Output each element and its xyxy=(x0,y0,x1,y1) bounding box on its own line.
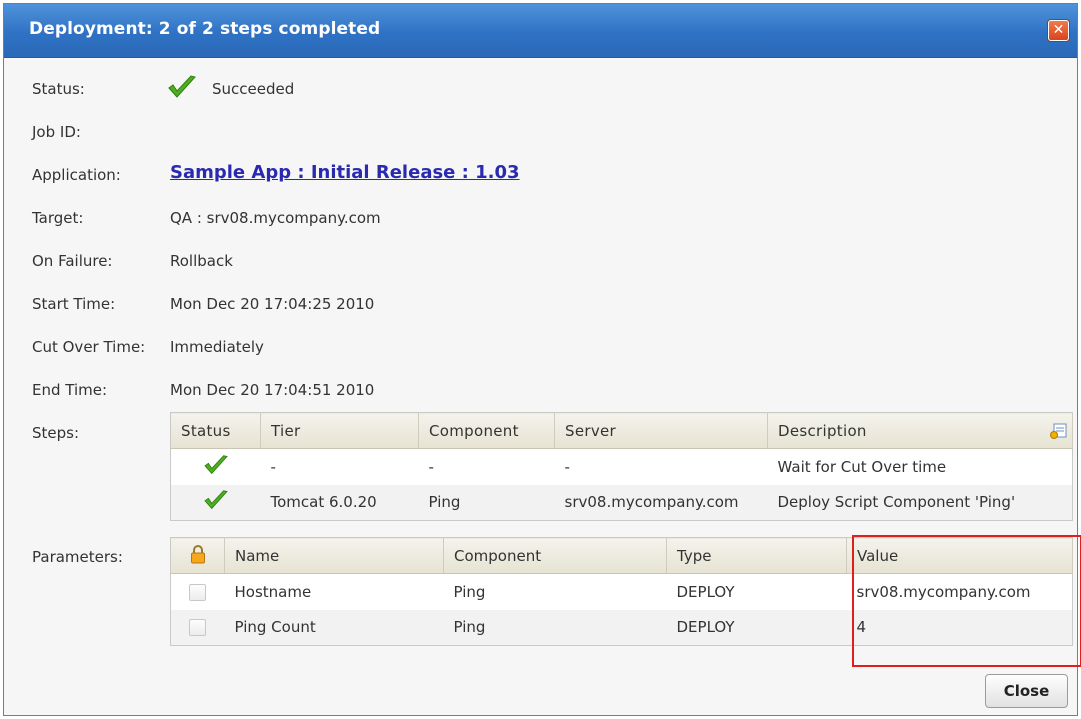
on-failure-value: Rollback xyxy=(170,252,233,270)
step-server: srv08.mycompany.com xyxy=(554,484,768,521)
steps-row[interactable]: Tomcat 6.0.20 Ping srv08.mycompany.com D… xyxy=(170,484,1073,521)
cut-over-label: Cut Over Time: xyxy=(32,338,146,356)
steps-row[interactable]: - - - Wait for Cut Over time xyxy=(171,449,1073,485)
step-component: Ping xyxy=(418,484,555,521)
title-bar[interactable]: Deployment: 2 of 2 steps completed ✕ xyxy=(4,4,1077,58)
steps-col-server[interactable]: Server xyxy=(554,412,768,449)
steps-col-component[interactable]: Component xyxy=(418,412,555,449)
param-type: DEPLOY xyxy=(676,582,735,601)
param-component: Ping xyxy=(443,609,667,646)
param-checkbox-cell xyxy=(170,609,225,646)
steps-label: Steps: xyxy=(32,424,80,442)
deployment-dialog: Deployment: 2 of 2 steps completed ✕ Sta… xyxy=(3,3,1081,716)
close-button[interactable]: Close xyxy=(985,674,1068,708)
start-time-value: Mon Dec 20 17:04:25 2010 xyxy=(170,295,375,313)
param-name: Ping Count xyxy=(224,609,444,646)
target-value: QA : srv08.mycompany.com xyxy=(170,209,381,227)
start-time-label: Start Time: xyxy=(32,295,116,313)
param-component: Ping xyxy=(453,582,486,601)
application-label: Application: xyxy=(32,166,121,184)
step-tier: - xyxy=(270,457,276,476)
job-id-label: Job ID: xyxy=(32,123,81,141)
column-chooser-icon[interactable] xyxy=(1050,422,1068,444)
param-checkbox-cell xyxy=(171,574,225,610)
steps-header-row: Status Tier Component Server Description xyxy=(170,412,1073,449)
check-icon xyxy=(203,454,229,480)
parameters-label: Parameters: xyxy=(32,548,123,566)
check-icon xyxy=(203,490,229,515)
step-status-cell xyxy=(171,449,261,485)
param-checkbox[interactable] xyxy=(189,619,207,637)
param-type: DEPLOY xyxy=(666,609,847,646)
step-status-cell xyxy=(170,484,261,521)
step-tier: Tomcat 6.0.20 xyxy=(260,484,419,521)
status-value: Succeeded xyxy=(212,80,295,98)
step-component: - xyxy=(428,457,434,476)
steps-table: Status Tier Component Server Description… xyxy=(170,412,1073,521)
step-description: Deploy Script Component 'Ping' xyxy=(767,484,1073,521)
step-description: Wait for Cut Over time xyxy=(777,457,947,476)
parameters-col-component[interactable]: Component xyxy=(443,537,667,574)
dialog-title: Deployment: 2 of 2 steps completed xyxy=(29,19,381,39)
lock-icon xyxy=(190,544,206,568)
check-icon xyxy=(167,74,197,104)
steps-col-description[interactable]: Description xyxy=(767,412,1073,449)
application-link[interactable]: Sample App : Initial Release : 1.03 xyxy=(170,162,520,183)
parameters-col-type[interactable]: Type xyxy=(666,537,847,574)
target-label: Target: xyxy=(32,209,84,227)
end-time-label: End Time: xyxy=(32,381,108,399)
steps-col-status[interactable]: Status xyxy=(170,412,261,449)
status-label: Status: xyxy=(32,80,85,98)
close-icon[interactable]: ✕ xyxy=(1048,20,1069,41)
steps-col-description-label: Description xyxy=(778,421,867,440)
on-failure-label: On Failure: xyxy=(32,252,113,270)
parameters-col-name[interactable]: Name xyxy=(224,537,444,574)
value-column-highlight xyxy=(852,535,1081,667)
steps-col-tier[interactable]: Tier xyxy=(260,412,419,449)
step-server: - xyxy=(564,457,570,476)
param-name: Hostname xyxy=(234,582,312,601)
end-time-value: Mon Dec 20 17:04:51 2010 xyxy=(170,381,375,399)
cut-over-value: Immediately xyxy=(170,338,264,356)
parameters-col-lock[interactable] xyxy=(170,537,225,574)
param-checkbox[interactable] xyxy=(189,583,207,601)
